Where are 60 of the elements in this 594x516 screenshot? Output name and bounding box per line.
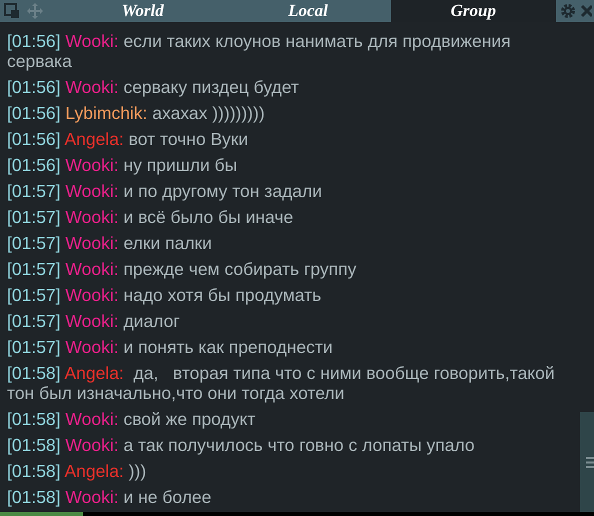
message-time: [01:56] (7, 31, 61, 51)
message-text: прежде чем собирать группу (123, 259, 356, 279)
message-author[interactable]: Wooki: (65, 259, 119, 279)
message-time: [01:58] (7, 409, 61, 429)
settings-icon[interactable] (560, 3, 576, 19)
message-text: ну пришли бы (123, 155, 238, 175)
message-text: елки палки (123, 233, 212, 253)
message-time: [01:57] (7, 311, 61, 331)
message-author[interactable]: Lybimchik: (65, 103, 148, 123)
message-time: [01:58] (7, 461, 61, 481)
message-author[interactable]: Wooki: (65, 311, 119, 331)
message-text: да, вторая типа что с ними вообще говорить,такой (132, 363, 555, 383)
message-author[interactable]: Wooki: (65, 337, 119, 357)
grip-icon (586, 456, 594, 468)
message-author[interactable]: Wooki: (65, 285, 119, 305)
message-author[interactable]: Angela: (64, 129, 124, 149)
message-text: ахахах ))))))))) (152, 103, 265, 123)
message-text: а так получилось что говно с лопаты упало (123, 435, 475, 455)
message-text: и по другому тон задали (123, 181, 322, 201)
message-text: если таких клоунов нанимать для продвижения (123, 31, 511, 51)
message-author[interactable]: Wooki: (65, 31, 119, 51)
message-text: и понять как преподнести (123, 337, 333, 357)
message-text: тон был изначально,что они тогда хотели (7, 383, 344, 403)
message-time: [01:58] (7, 435, 61, 455)
message-author[interactable]: Wooki: (65, 155, 119, 175)
message-author[interactable]: Wooki: (65, 409, 119, 429)
message-author[interactable]: Wooki: (65, 487, 119, 507)
message-text: и не более (123, 487, 212, 507)
message-time: [01:57] (7, 207, 61, 227)
message-author[interactable]: Wooki: (65, 233, 119, 253)
move-icon[interactable] (26, 2, 44, 20)
message-author[interactable]: Wooki: (65, 207, 119, 227)
message-time: [01:57] (7, 337, 61, 357)
chat-tab[interactable]: Group (390, 0, 556, 22)
message-author[interactable]: Wooki: (65, 77, 119, 97)
message-text: диалог (123, 311, 180, 331)
message-author[interactable]: Angela: (64, 363, 124, 383)
scrollbar-thumb[interactable] (580, 412, 594, 512)
message-text: серваку пиздец будет (123, 77, 299, 97)
message-text: ))) (128, 461, 146, 481)
message-time: [01:58] (7, 363, 61, 383)
message-text: и всё было бы иначе (123, 207, 294, 227)
message-author[interactable]: Wooki: (65, 181, 119, 201)
message-time: [01:56] (7, 77, 61, 97)
close-icon[interactable] (580, 4, 592, 18)
message-time: [01:58] (7, 487, 61, 507)
message-time: [01:57] (7, 233, 61, 253)
message-time: [01:57] (7, 285, 61, 305)
message-text: надо хотя бы продумать (123, 285, 322, 305)
message-time: [01:56] (7, 129, 61, 149)
message-time: [01:57] (7, 259, 61, 279)
message-time: [01:56] (7, 103, 61, 123)
message-time: [01:56] (7, 155, 61, 175)
message-text: свой же продукт (123, 409, 256, 429)
message-author[interactable]: Angela: (64, 461, 124, 481)
message-author[interactable]: Wooki: (65, 435, 119, 455)
message-text: сервака (7, 51, 72, 71)
message-text: вот точно Вуки (128, 129, 248, 149)
window-icon[interactable] (4, 3, 20, 19)
message-time: [01:57] (7, 181, 61, 201)
